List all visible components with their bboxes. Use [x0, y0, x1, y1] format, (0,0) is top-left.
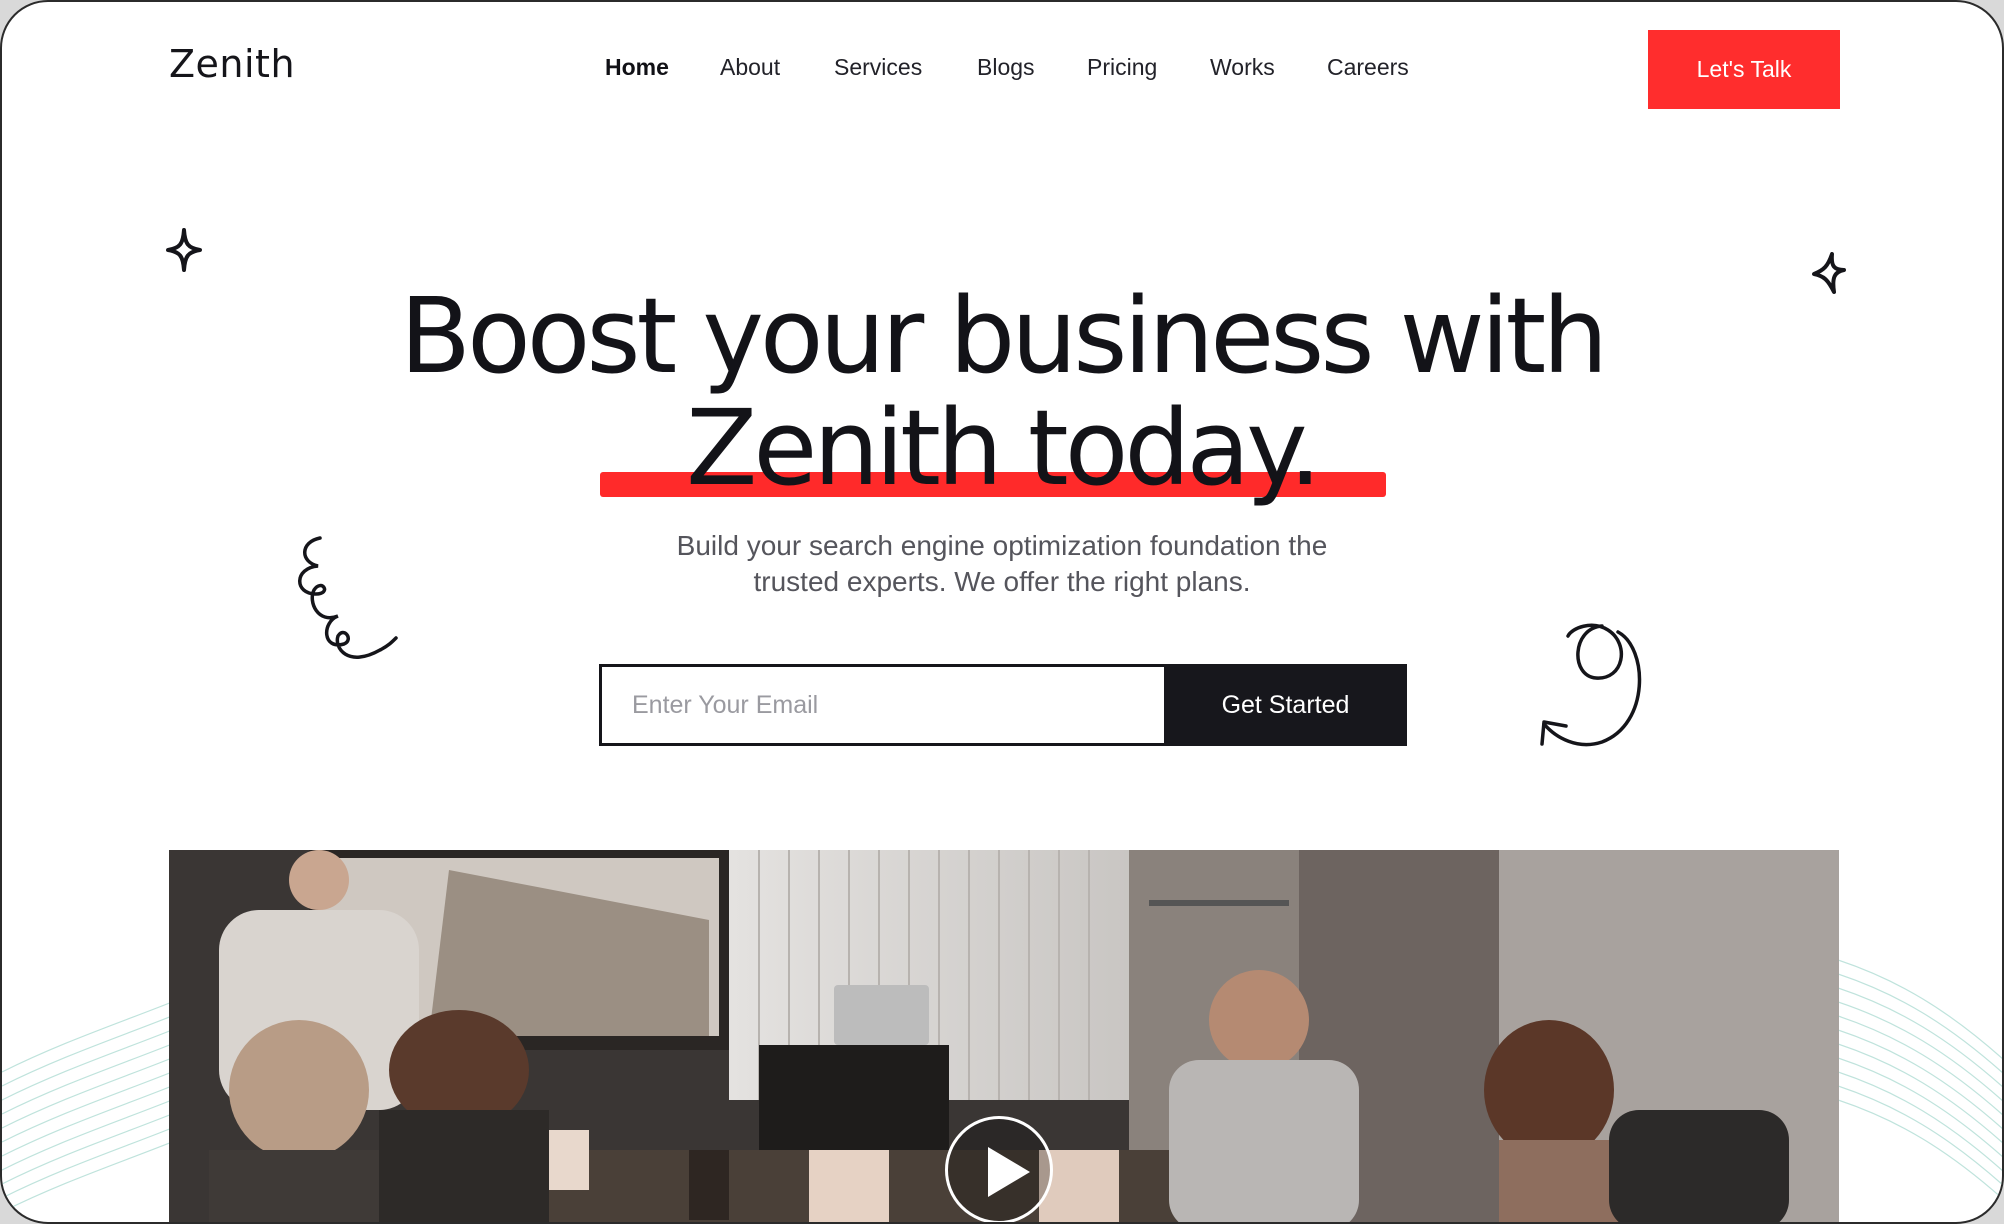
loop-arrow-icon	[1540, 623, 1642, 747]
hero-video[interactable]	[169, 850, 1839, 1222]
hero-headline: Boost your business with Zenith today.	[2, 280, 2002, 504]
headline-line-2: Zenith today.	[686, 387, 1322, 509]
line-pattern-right	[1838, 959, 2002, 1200]
get-started-button[interactable]: Get Started	[1164, 664, 1407, 746]
squiggle-icon	[298, 536, 398, 659]
headline-line-1: Boost your business with	[399, 275, 1609, 397]
play-icon[interactable]	[945, 1116, 1053, 1222]
browser-frame: Zenith Home About Services Blogs Pricing…	[0, 0, 2004, 1224]
line-pattern-left	[2, 1001, 172, 1213]
email-input[interactable]	[599, 664, 1164, 746]
